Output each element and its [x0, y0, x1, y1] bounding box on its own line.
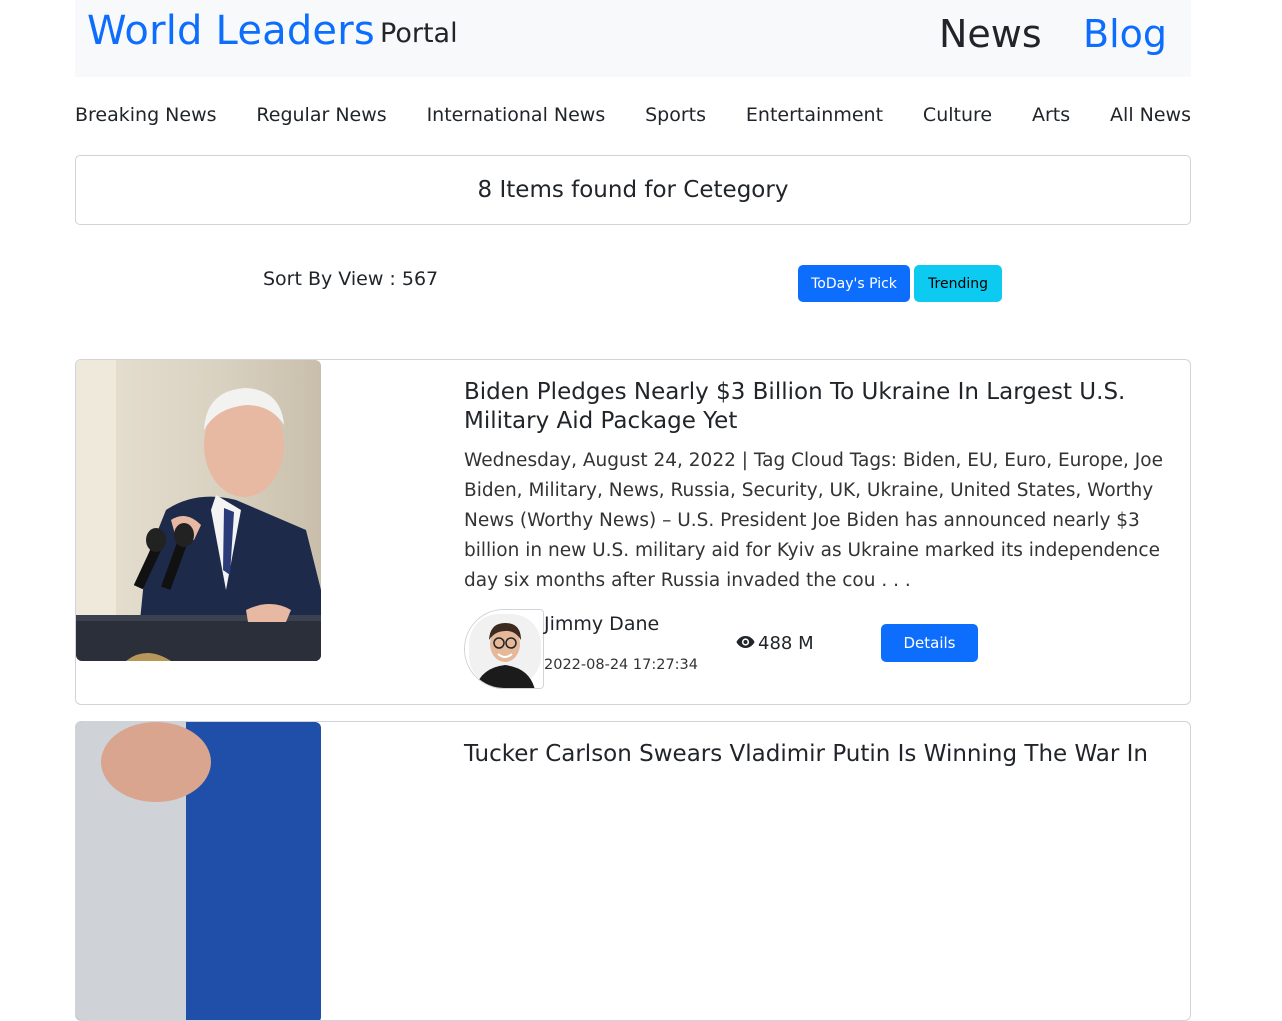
view-count-value: 488 M [758, 633, 814, 654]
article-body: Biden Pledges Nearly $3 Billion To Ukrai… [464, 378, 1179, 596]
category-arts[interactable]: Arts [1032, 104, 1070, 132]
details-button[interactable]: Details [881, 624, 978, 662]
brand-logo[interactable]: World Leaders [87, 8, 375, 54]
author-row: Jimmy Dane 2022-08-24 17:27:34 488 M Det… [464, 609, 1179, 689]
avatar-image [465, 610, 543, 688]
category-menu: Breaking News Regular News International… [75, 104, 1191, 132]
article-thumbnail[interactable] [76, 360, 321, 661]
top-navbar: World Leaders Portal News Blog [75, 0, 1191, 77]
sort-row: Sort By View : 567 ToDay's Pick Trending [75, 265, 1191, 305]
nav-link-blog[interactable]: Blog [1083, 12, 1167, 56]
sort-by-view-label: Sort By View : 567 [263, 268, 439, 290]
portal-label: Portal [380, 18, 458, 49]
category-regular-news[interactable]: Regular News [256, 104, 386, 132]
article-image [76, 360, 321, 661]
article-card: Biden Pledges Nearly $3 Billion To Ukrai… [75, 359, 1191, 705]
author-name: Jimmy Dane [544, 613, 660, 635]
category-all-news[interactable]: All News [1110, 104, 1191, 132]
article-image [76, 722, 321, 1020]
article-title[interactable]: Tucker Carlson Swears Vladimir Putin Is … [464, 740, 1179, 769]
article-card: Tucker Carlson Swears Vladimir Putin Is … [75, 721, 1191, 1021]
article-date: 2022-08-24 17:27:34 [544, 657, 698, 673]
article-excerpt: Wednesday, August 24, 2022 | Tag Cloud T… [464, 450, 1163, 591]
nav-link-news[interactable]: News [939, 12, 1042, 56]
eye-icon [736, 633, 755, 654]
items-found-box: 8 Items found for Cetegory [75, 155, 1191, 225]
article-title[interactable]: Biden Pledges Nearly $3 Billion To Ukrai… [464, 378, 1179, 436]
category-breaking-news[interactable]: Breaking News [75, 104, 217, 132]
article-thumbnail[interactable] [76, 722, 321, 1020]
category-entertainment[interactable]: Entertainment [746, 104, 883, 132]
category-sports[interactable]: Sports [645, 104, 706, 132]
trending-button[interactable]: Trending [914, 265, 1002, 302]
view-count: 488 M [736, 633, 814, 654]
todays-pick-button[interactable]: ToDay's Pick [798, 265, 910, 302]
items-found-text: 8 Items found for Cetegory [477, 177, 789, 203]
category-culture[interactable]: Culture [923, 104, 992, 132]
category-international-news[interactable]: International News [427, 104, 606, 132]
avatar [464, 609, 544, 689]
